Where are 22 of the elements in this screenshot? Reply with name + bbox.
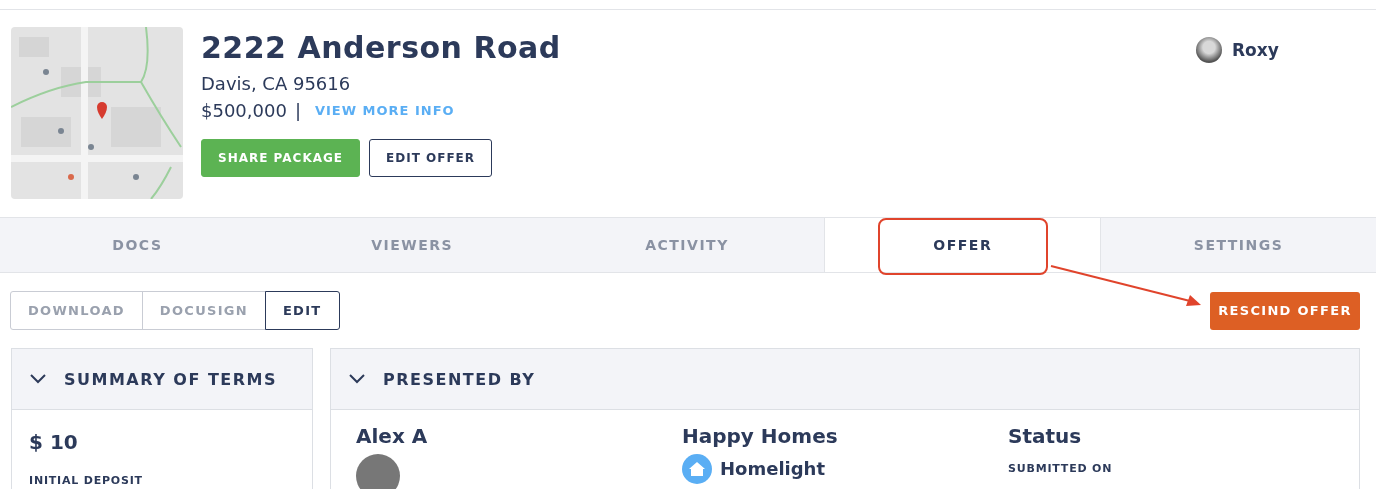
deposit-label: INITIAL DEPOSIT bbox=[29, 474, 144, 487]
brokerage-name: Happy Homes bbox=[682, 424, 839, 448]
segment-button[interactable]: EDIT bbox=[264, 291, 340, 330]
user-name[interactable]: Roxy bbox=[1232, 37, 1279, 63]
rescind-offer-button[interactable]: RESCIND OFFER bbox=[1210, 291, 1360, 330]
status-label: SUBMITTED ON bbox=[1008, 462, 1114, 475]
property-city: Davis, CA 95616 bbox=[201, 73, 352, 94]
segment-button[interactable]: DOCUSIGN bbox=[141, 291, 266, 330]
panel-title: SUMMARY OF TERMS bbox=[64, 369, 278, 389]
brokerage-logo: Homelight bbox=[720, 458, 826, 480]
separator: | bbox=[294, 100, 301, 121]
tab[interactable]: OFFER bbox=[824, 218, 1102, 272]
view-more-link[interactable]: VIEW MORE INFO bbox=[314, 103, 455, 118]
agent-name: Alex A bbox=[356, 424, 429, 448]
edit-offer-button[interactable]: EDIT OFFER bbox=[369, 139, 493, 177]
deposit-amount: $ 10 bbox=[29, 430, 79, 454]
share-button[interactable]: SHARE PACKAGE bbox=[201, 139, 360, 177]
panel-title: PRESENTED BY bbox=[383, 369, 536, 389]
property-title: 2222 Anderson Road bbox=[201, 33, 562, 63]
status-title: Status bbox=[1008, 424, 1083, 448]
property-price: $500,000 bbox=[201, 100, 287, 121]
segment-button[interactable]: DOWNLOAD bbox=[10, 291, 143, 330]
